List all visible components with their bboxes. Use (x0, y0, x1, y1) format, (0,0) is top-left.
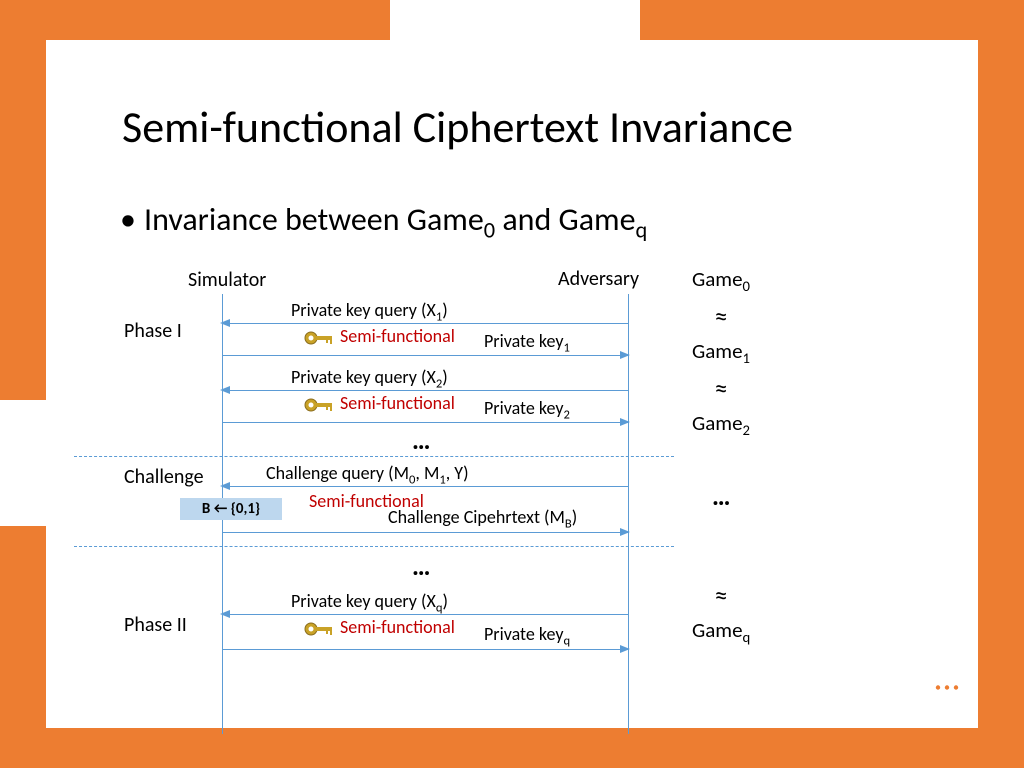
msg-pk2: Private key2 (484, 397, 570, 423)
arrow-pk1 (222, 355, 628, 356)
university-logo: UNIVERSITY OF WOLLONGONG (802, 678, 968, 726)
key-icon-q (304, 621, 334, 637)
msg-chc: Challenge Cipehrtext (MB) (388, 506, 577, 532)
dots-1: … (412, 424, 431, 456)
key-icon-2 (304, 397, 334, 413)
logo-text: UNIVERSITY OF WOLLONGONG (802, 684, 916, 720)
arrow-chc (222, 532, 628, 533)
approx-2: ≈ (692, 369, 750, 408)
phase2-label: Phase II (124, 613, 187, 637)
msg-chq: Challenge query (M0, M1, Y) (266, 462, 469, 488)
shield-icon (926, 678, 968, 726)
game-column: Game0 ≈ Game1 ≈ Game2 … ≈ Gameq (692, 264, 750, 648)
bullet-sub1: 0 (484, 217, 495, 244)
bullet-sub2: q (636, 217, 648, 244)
divider-1 (74, 456, 674, 457)
arrow-pk2 (222, 422, 628, 423)
game0: Game0 (692, 264, 750, 297)
slide: Semi-functional Ciphertext Invariance In… (46, 40, 978, 728)
approx-q: ≈ (692, 576, 750, 615)
semi-q: Semi-functional (340, 616, 455, 638)
msg-q2: Private key query (X2) (291, 366, 448, 392)
semi-1: Semi-functional (340, 325, 455, 347)
game1: Game1 (692, 336, 750, 369)
title-notch (390, 0, 640, 40)
arrow-pkq (222, 649, 628, 650)
bullet-mid: and Game (495, 200, 635, 239)
bullet-text: Invariance between Game0 and Gameq (144, 200, 647, 244)
dots-2: … (412, 550, 431, 582)
challenge-label: Challenge (124, 465, 204, 489)
slide-title: Semi-functional Ciphertext Invariance (122, 100, 793, 154)
msg-pk1: Private key1 (484, 330, 570, 356)
msg-q1: Private key query (X1) (291, 299, 448, 325)
adversary-label: Adversary (558, 267, 639, 291)
key-icon-1 (304, 330, 334, 346)
simulator-label: Simulator (188, 268, 266, 292)
msg-pkq: Private keyq (484, 623, 570, 649)
semi-2: Semi-functional (340, 392, 455, 414)
divider-2 (74, 546, 674, 547)
gameq: Gameq (692, 615, 750, 648)
approx-1: ≈ (692, 297, 750, 336)
left-notch (0, 400, 46, 526)
game2: Game2 (692, 408, 750, 441)
b-chip: B ← {0,1} (180, 498, 282, 520)
msg-qq: Private key query (Xq) (291, 590, 448, 616)
game-dots: … (692, 477, 750, 516)
bullet-prefix: Invariance between Game (144, 200, 484, 239)
phase1-label: Phase I (124, 319, 182, 343)
lifeline-adversary (628, 294, 629, 734)
